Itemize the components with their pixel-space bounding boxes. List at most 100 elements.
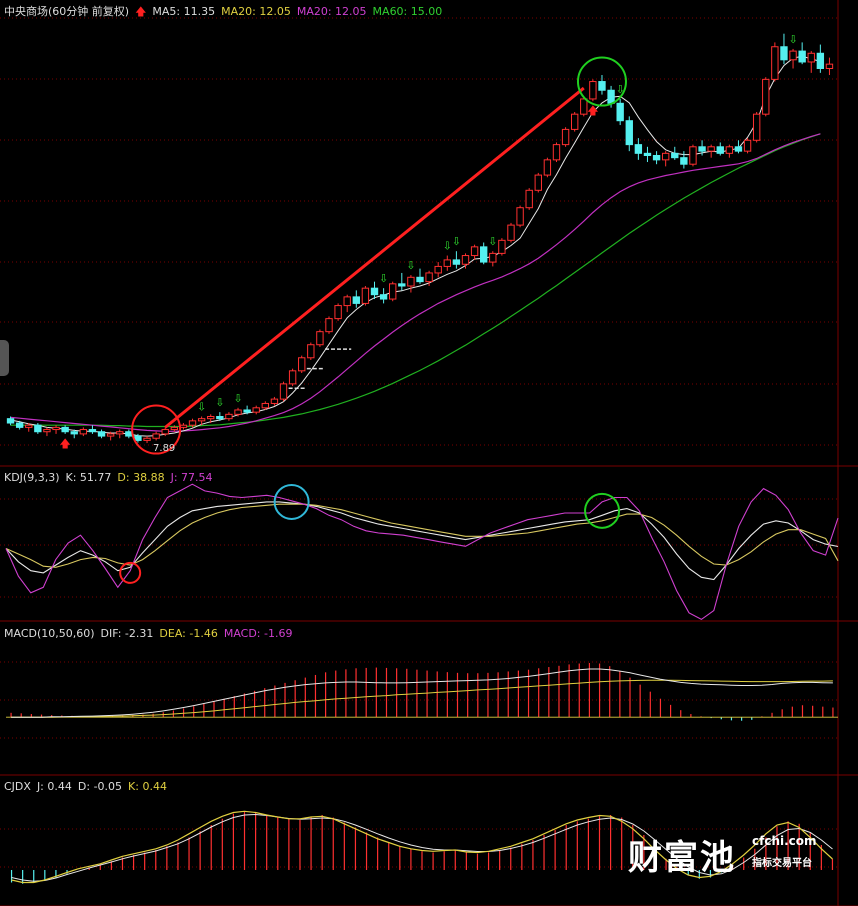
candle-body [343,296,351,307]
candle-body [643,152,652,156]
cjdx-j-label: J: 0.44 [36,780,72,793]
highlight-circle [119,561,142,584]
candle-body [143,437,151,441]
candle-body [70,431,78,435]
macd-dea-line [11,679,833,718]
ma60-line [10,133,821,428]
candle-body [725,146,734,154]
candle-body [607,89,615,104]
candle-body [443,259,451,267]
kdj-k-label: K: 51.77 [65,471,112,484]
candle-body [434,265,442,274]
candle-body [279,383,288,400]
cjdx-title: CJDX [4,780,31,793]
main-legend: 中央商场(60分钟 前复权) 🡅 MA5: 11.35 MA20: 12.05 MA20… [4,5,448,18]
candle-body [543,159,552,176]
candle-body [807,52,815,63]
candle-body [771,46,779,80]
kdj-legend: KDJ(9,3,3) K: 51.77 D: 38.88 J: 77.54 [4,471,219,484]
candle-body [816,52,825,70]
candle-body [161,429,169,435]
candle-body [307,344,315,359]
ma60-label: MA60: 15.00 [372,5,443,18]
candle-body [825,63,834,70]
down-arrow-icon: ⇩ [443,240,452,253]
ma20-line [10,133,821,432]
macd-legend: MACD(10,50,60) DIF: -2.31 DEA: -1.46 MACD: … [4,627,298,640]
candle-body [325,318,333,333]
candle-body [425,272,433,283]
watermark-url: cfchi.com [752,834,817,848]
candle-body [498,239,506,254]
kdj-j-line [5,483,839,621]
candle-body [734,146,743,152]
candle-body [552,144,561,161]
watermark-cn: 财富池 [628,838,736,878]
candle-body [97,431,106,437]
candle-body [370,287,379,296]
ma20-label: MA20: 12.05 [221,5,291,18]
candle-body [79,429,88,435]
ma5-label: MA5: 11.35 [152,5,216,18]
candle-body [134,435,142,441]
candle-body [798,50,806,63]
candle-body [243,409,251,413]
candle-body [707,146,715,152]
candle-body [25,424,33,428]
candle-body [561,128,570,146]
candle-body [762,78,770,115]
candle-body [534,174,542,191]
candle-body [598,81,606,91]
candle-body [407,276,415,287]
candle-body [88,429,97,433]
candle-body [743,139,752,152]
candle-body [489,252,497,263]
candle-body [170,426,179,431]
up-arrow-icon: 🡅 [587,104,598,117]
candle-body [6,418,15,424]
macd-dif-label: DIF: -2.31 [100,627,154,640]
macd-title: MACD(10,50,60) [4,627,95,640]
down-arrow-icon: ⇩ [488,235,497,248]
candle-body [589,81,597,100]
chart-title: 中央商场(60分钟 前复权) [4,5,130,18]
down-arrow-icon: ⇩ [452,235,461,248]
candle-body [661,152,670,161]
candle-body [780,46,788,61]
candle-body [52,426,60,431]
macd-dea-label: DEA: -1.46 [159,627,218,640]
candle-body [316,331,324,346]
candle-body [261,402,270,409]
down-arrow-icon: ⇩ [406,259,415,272]
candle-body [43,429,51,433]
candle-body [225,413,233,420]
up-arrow-icon: 🡅 [59,437,70,450]
candle-body [361,287,370,304]
candle-body [452,259,461,265]
cjdx-legend: CJDX J: 0.44 D: -0.05 K: 0.44 [4,780,173,793]
kdj-d-line [5,503,839,568]
candle-body [689,146,697,165]
ma20-label-2: MA20: 12.05 [296,5,367,18]
watermark: 财富池 cfchi.com 指标交易平台 [628,830,828,880]
down-arrow-icon: ⇩ [379,272,388,285]
candle-body [216,416,224,420]
candle-body [480,246,488,263]
candle-body [398,283,406,287]
side-collapse-tab[interactable] [0,340,9,376]
candle-body [188,420,197,426]
candle-body [34,424,42,433]
candle-body [334,305,342,320]
candle-body [15,422,24,428]
candle-body [116,431,124,435]
candle-body [389,283,397,300]
down-arrow-icon: ⇩ [788,33,797,46]
cjdx-d-label: D: -0.05 [77,780,123,793]
candle-body [125,431,133,437]
candle-body [698,146,706,152]
candle-body [197,418,206,422]
candle-body [652,155,661,161]
candle-body [352,296,360,304]
down-arrow-icon: ⇩ [215,396,224,409]
candle-body [680,157,688,165]
